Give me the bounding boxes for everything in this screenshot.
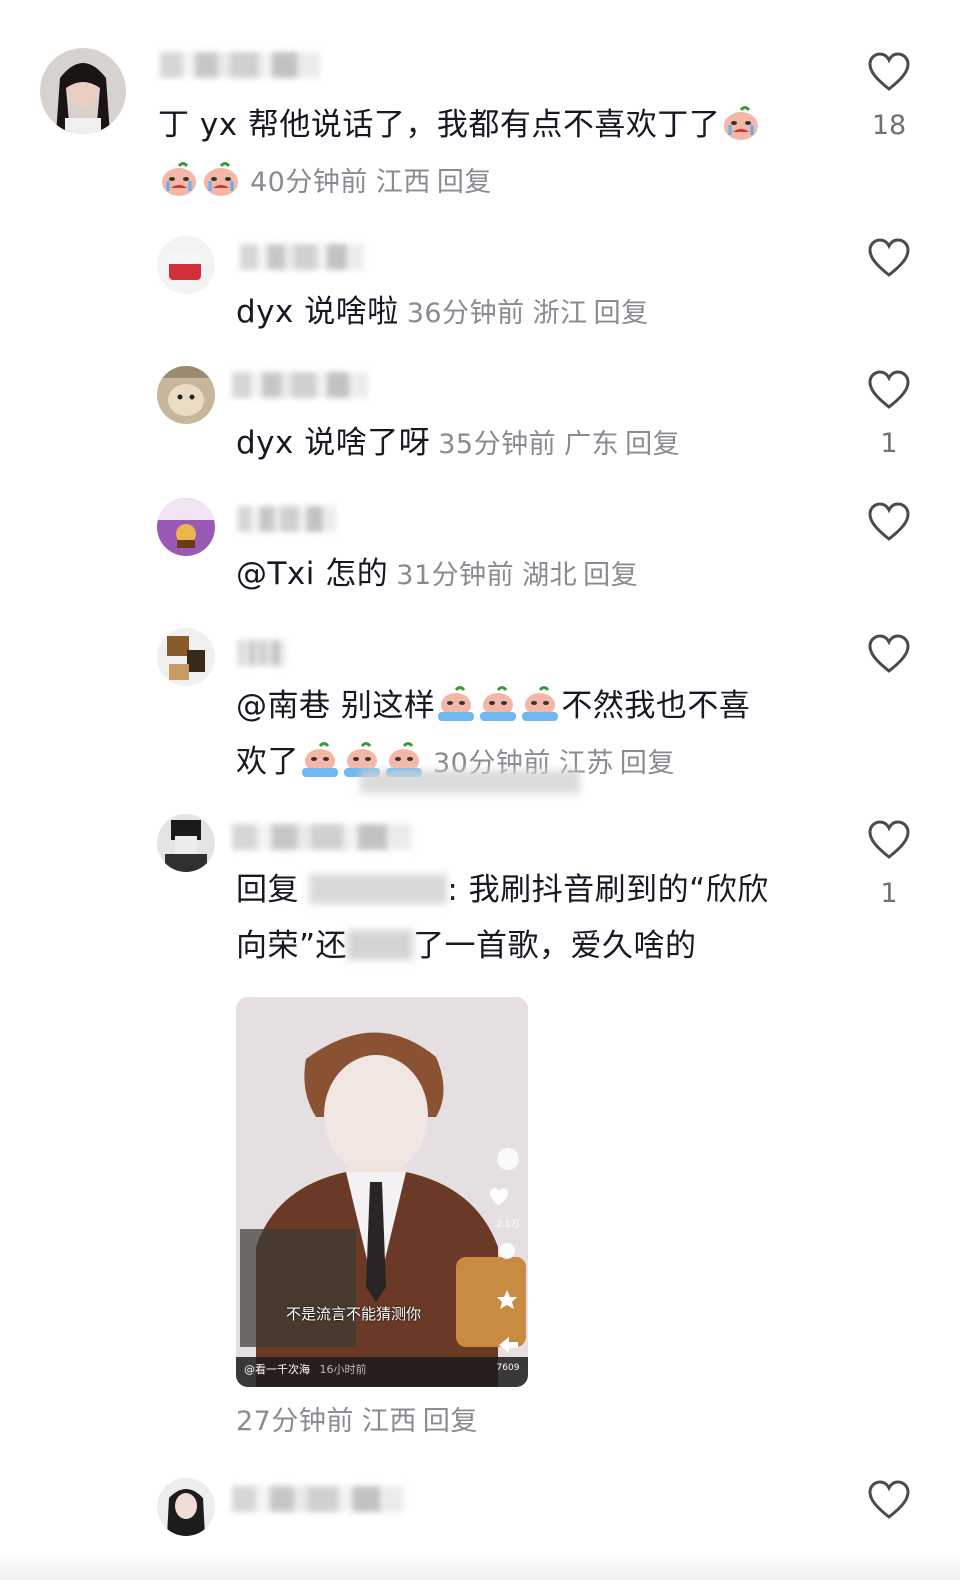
like-count: 1 xyxy=(880,428,898,459)
avatar[interactable] xyxy=(157,814,215,872)
comment-text: 了一首歌，爱久啥的 xyxy=(413,928,697,964)
reply-button[interactable]: 回复 xyxy=(423,1406,478,1437)
mention-link[interactable]: @南巷 xyxy=(236,688,331,724)
crying-emoji-icon xyxy=(721,103,761,140)
reply-button[interactable]: 回复 xyxy=(594,298,649,329)
comment-text: dyx 说啥啦 xyxy=(236,294,399,330)
username-redacted[interactable] xyxy=(238,640,286,666)
avatar[interactable] xyxy=(157,236,215,294)
heart-icon xyxy=(868,52,910,91)
comment-time: 40分钟前 xyxy=(250,167,368,198)
redaction-blur xyxy=(360,770,580,794)
like-button[interactable]: 1 xyxy=(866,820,912,909)
video-still-image xyxy=(236,997,528,1387)
heart-icon xyxy=(868,502,910,541)
reply-button[interactable]: 回复 xyxy=(620,748,675,779)
like-button[interactable] xyxy=(866,1480,912,1520)
comment-text: dyx 说啥了呀 xyxy=(236,425,431,461)
username-redacted[interactable] xyxy=(232,372,368,398)
crying-emoji-icon xyxy=(201,159,241,196)
comment-region: 广东 xyxy=(564,429,620,460)
like-count: 18 xyxy=(871,110,907,141)
comment-time: 31分钟前 xyxy=(396,560,515,591)
comment-text-line: dyx 说啥啦 36分钟前 浙江 回复 xyxy=(236,284,649,342)
comment-time: 36分钟前 xyxy=(406,298,525,329)
heart-icon xyxy=(868,820,910,859)
like-button[interactable] xyxy=(866,502,912,542)
comment-text: 欢了 xyxy=(236,744,299,780)
crying-emoji-icon xyxy=(159,159,199,196)
comment-text: : 我刷抖音刷到的“欣欣 xyxy=(447,872,769,908)
comment-text-line: dyx 说啥了呀 35分钟前 广东 回复 xyxy=(236,415,680,473)
comment-time: 27分钟前 xyxy=(236,1406,354,1437)
heart-icon xyxy=(868,634,910,673)
comment-text: 丁 yx 帮他说话了，我都有点不喜欢丁了 xyxy=(158,107,721,143)
video-caption: 不是流言不能猜测你 xyxy=(286,1305,422,1323)
redacted-text xyxy=(347,930,414,960)
video-author-handle: @看一千次海 xyxy=(244,1363,310,1376)
comment-region: 湖北 xyxy=(522,560,578,591)
comment-text-line: @南巷 别这样 不然我也不喜 xyxy=(236,678,750,734)
mention-link[interactable]: @Txi xyxy=(236,556,315,592)
video-thumbnail[interactable]: 不是流言不能猜测你 @看一千次海 16小时前 2.1万 7609 xyxy=(236,997,528,1387)
avatar[interactable] xyxy=(157,1478,215,1536)
heart-icon xyxy=(868,370,910,409)
comment-text: 不然我也不喜 xyxy=(561,688,751,724)
video-like-count: 2.1万 xyxy=(496,1220,520,1230)
comment-meta-line: 40分钟前 江西 回复 xyxy=(158,153,492,211)
like-button[interactable] xyxy=(866,634,912,674)
video-count: 7609 xyxy=(496,1363,520,1373)
like-count: 1 xyxy=(880,878,898,909)
username-redacted[interactable] xyxy=(238,506,336,532)
reply-button[interactable]: 回复 xyxy=(583,560,638,591)
crying-emoji-icon xyxy=(520,684,560,721)
comment-text: 怎的 xyxy=(325,556,389,592)
comment-region: 浙江 xyxy=(532,298,588,329)
avatar[interactable] xyxy=(157,628,215,686)
avatar[interactable] xyxy=(40,48,126,134)
like-button[interactable]: 18 xyxy=(866,52,912,141)
like-button[interactable]: 1 xyxy=(866,370,912,459)
username-redacted[interactable] xyxy=(240,244,364,270)
comment-meta-line: 27分钟前 江西 回复 xyxy=(236,1392,478,1450)
crying-emoji-icon xyxy=(478,684,518,721)
comment-text: 别这样 xyxy=(340,688,436,724)
comment-region: 江西 xyxy=(375,167,431,198)
reply-prefix: 回复 xyxy=(236,872,299,908)
comment-text-line: 向荣”还 了一首歌，爱久啥的 xyxy=(236,918,697,974)
crying-emoji-icon xyxy=(300,740,340,777)
username-redacted[interactable] xyxy=(232,1486,404,1512)
avatar[interactable] xyxy=(157,498,215,556)
comment-time: 35分钟前 xyxy=(438,429,557,460)
video-timestamp: 16小时前 xyxy=(319,1363,367,1376)
comment-text-line: 丁 yx 帮他说话了，我都有点不喜欢丁了 xyxy=(158,97,762,153)
comment-region: 江西 xyxy=(361,1406,417,1437)
heart-icon xyxy=(868,238,910,277)
comment-list: 丁 yx 帮他说话了，我都有点不喜欢丁了 40分钟前 江西 回复 18 dyx 说啥… xyxy=(0,0,960,1580)
comment-text-line: @Txi 怎的 31分钟前 湖北 回复 xyxy=(236,546,638,604)
username-redacted[interactable] xyxy=(232,824,412,850)
comment-text-line: 回复 : 我刷抖音刷到的“欣欣 xyxy=(236,862,769,918)
avatar[interactable] xyxy=(157,366,215,424)
comment-input-bar[interactable] xyxy=(0,1552,960,1580)
like-button[interactable] xyxy=(866,238,912,278)
heart-icon xyxy=(868,1480,910,1519)
comment-text: 向荣”还 xyxy=(236,928,348,964)
video-author: @看一千次海 16小时前 xyxy=(244,1361,367,1377)
reply-button[interactable]: 回复 xyxy=(437,167,492,198)
reply-button[interactable]: 回复 xyxy=(625,429,680,460)
redacted-username xyxy=(309,874,448,904)
crying-emoji-icon xyxy=(436,684,476,721)
username-redacted[interactable] xyxy=(160,52,320,78)
